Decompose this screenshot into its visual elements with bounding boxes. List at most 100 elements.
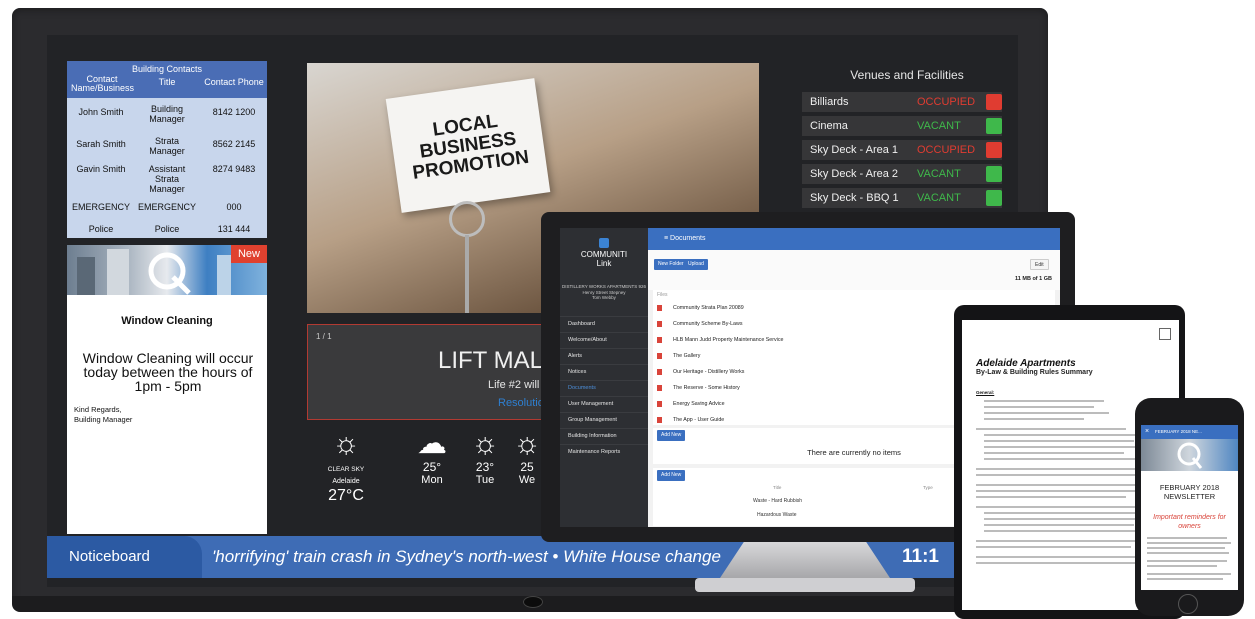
text-line (976, 496, 1126, 498)
table-row[interactable]: Waste - Hard Rubbish (753, 498, 802, 504)
card-holder-icon (449, 201, 485, 237)
pdf-icon (657, 385, 662, 391)
new-folder-button[interactable]: New Folder (654, 259, 688, 270)
text-line (976, 506, 1141, 508)
contacts-col-phone: Contact Phone (204, 77, 264, 87)
notice-body: Window Cleaning will occur today between… (82, 350, 254, 394)
pdf-icon (657, 305, 662, 311)
storage-usage: 11 MB of 1 GB (1015, 276, 1052, 282)
user-menu[interactable]: Tom Webby (592, 295, 616, 300)
document-subtitle: By-Law & Building Rules Summary (976, 369, 1093, 376)
table-header-type: Type (923, 485, 933, 490)
camera-icon (523, 596, 543, 608)
files-label: Files (657, 292, 668, 298)
text-line (984, 518, 1154, 520)
weather-current: ☼ CLEAR SKY Adelaide 27°C (317, 428, 375, 505)
contacts-title: Building Contacts (131, 64, 203, 74)
newsletter-title: FEBRUARY 2018 NEWSLETTER (1159, 483, 1220, 501)
new-badge: New (231, 245, 267, 263)
cloud-sun-icon: ☁ (417, 427, 447, 460)
promo-card: LOCAL BUSINESS PROMOTION (385, 78, 551, 213)
clock: 11:1 (902, 546, 939, 567)
text-line (1147, 552, 1229, 554)
pdf-icon (657, 417, 662, 423)
ticker-text: 'horrifying' train crash in Sydney's nor… (212, 547, 721, 566)
weather-forecast-day: ☁ 25° Mon (407, 427, 457, 487)
pdf-icon (657, 369, 662, 375)
text-line (1147, 573, 1231, 575)
status-indicator (986, 94, 1002, 110)
nav-welcome[interactable]: Welcome/About (560, 332, 648, 347)
nav-documents[interactable]: Documents (560, 380, 648, 395)
newsletter-subtitle: Important reminders for owners (1153, 514, 1226, 530)
portal-sidebar: COMMUNITI Link DISTILLERY WORKS APARTMEN… (560, 228, 648, 527)
add-new-button[interactable]: Add New (657, 470, 686, 481)
text-line (984, 524, 1134, 526)
weather-forecast-day: ☼ 25 We (513, 427, 541, 487)
menu-icon[interactable]: ≡ (664, 235, 668, 242)
home-button[interactable] (1178, 594, 1198, 614)
text-line (984, 412, 1109, 414)
text-line (976, 484, 1146, 486)
text-line (984, 418, 1084, 420)
add-new-button[interactable]: Add New (657, 430, 686, 441)
nav-notices[interactable]: Notices (560, 364, 648, 379)
pdf-icon (657, 401, 662, 407)
text-line (1147, 578, 1223, 580)
venue-row-sky-deck-area-1: Sky Deck - Area 1 OCCUPIED (802, 140, 1002, 160)
text-line (984, 446, 1149, 448)
text-line (984, 400, 1104, 402)
text-line (976, 540, 1146, 542)
text-line (976, 474, 1136, 476)
phone-screen: × FEBRUARY 2018 NE... FEBRUARY 2018 NEWS… (1141, 425, 1238, 590)
upload-button[interactable]: Upload (684, 259, 708, 270)
sun-icon: ☼ (471, 427, 499, 460)
table-row[interactable]: Hazardous Waste (757, 512, 797, 518)
text-line (984, 406, 1094, 408)
portal-logo: COMMUNITI Link (560, 238, 648, 268)
pdf-icon (657, 321, 662, 327)
status-indicator (986, 142, 1002, 158)
building-logo-icon (1177, 442, 1203, 469)
nav-maintenance-reports[interactable]: Maintenance Reports (560, 444, 648, 459)
document-heading: General: (976, 390, 995, 395)
building-contacts-table: Building Contacts Contact Name/Business … (67, 61, 267, 238)
text-line (976, 546, 1131, 548)
close-icon[interactable]: × (1145, 425, 1149, 439)
phone-header: × FEBRUARY 2018 NE... (1141, 425, 1238, 439)
status-indicator (986, 190, 1002, 206)
status-indicator (986, 118, 1002, 134)
text-line (1147, 560, 1227, 562)
sun-icon: ☼ (513, 427, 541, 460)
nav-alerts[interactable]: Alerts (560, 348, 648, 363)
promo-text: LOCAL BUSINESS PROMOTION (411, 110, 531, 184)
text-line (976, 428, 1126, 430)
building-photo: New (67, 245, 267, 295)
venue-row-cinema: Cinema VACANT (802, 116, 1002, 136)
sun-icon: ☼ (332, 427, 360, 460)
text-line (1147, 542, 1231, 544)
edit-button[interactable]: Edit (1030, 259, 1049, 270)
nav-group-management[interactable]: Group Management (560, 412, 648, 427)
text-line (1147, 565, 1217, 567)
contacts-col-name: Contact Name/Business (71, 74, 135, 93)
status-indicator (986, 166, 1002, 182)
text-line (984, 530, 1144, 532)
notice-title: Window Cleaning (121, 315, 213, 327)
text-line (984, 458, 1139, 460)
text-line (1147, 537, 1227, 539)
text-line (984, 434, 1144, 436)
nav-dashboard[interactable]: Dashboard (560, 316, 648, 331)
nav-user-management[interactable]: User Management (560, 396, 648, 411)
contacts-header: Building Contacts Contact Name/Business … (67, 61, 267, 98)
venue-row-billiards: Billiards OCCUPIED (802, 92, 1002, 112)
expand-icon[interactable] (1159, 328, 1171, 340)
building-icon (599, 238, 609, 248)
card-holder-stem (465, 235, 469, 313)
notice-signer: Building Manager (74, 415, 133, 424)
nav-building-information[interactable]: Building Information (560, 428, 648, 443)
text-line (976, 490, 1141, 492)
text-line (1147, 547, 1225, 549)
newsletter-image (1141, 439, 1238, 471)
notice-card: New Window Cleaning Window Cleaning will… (67, 245, 267, 534)
